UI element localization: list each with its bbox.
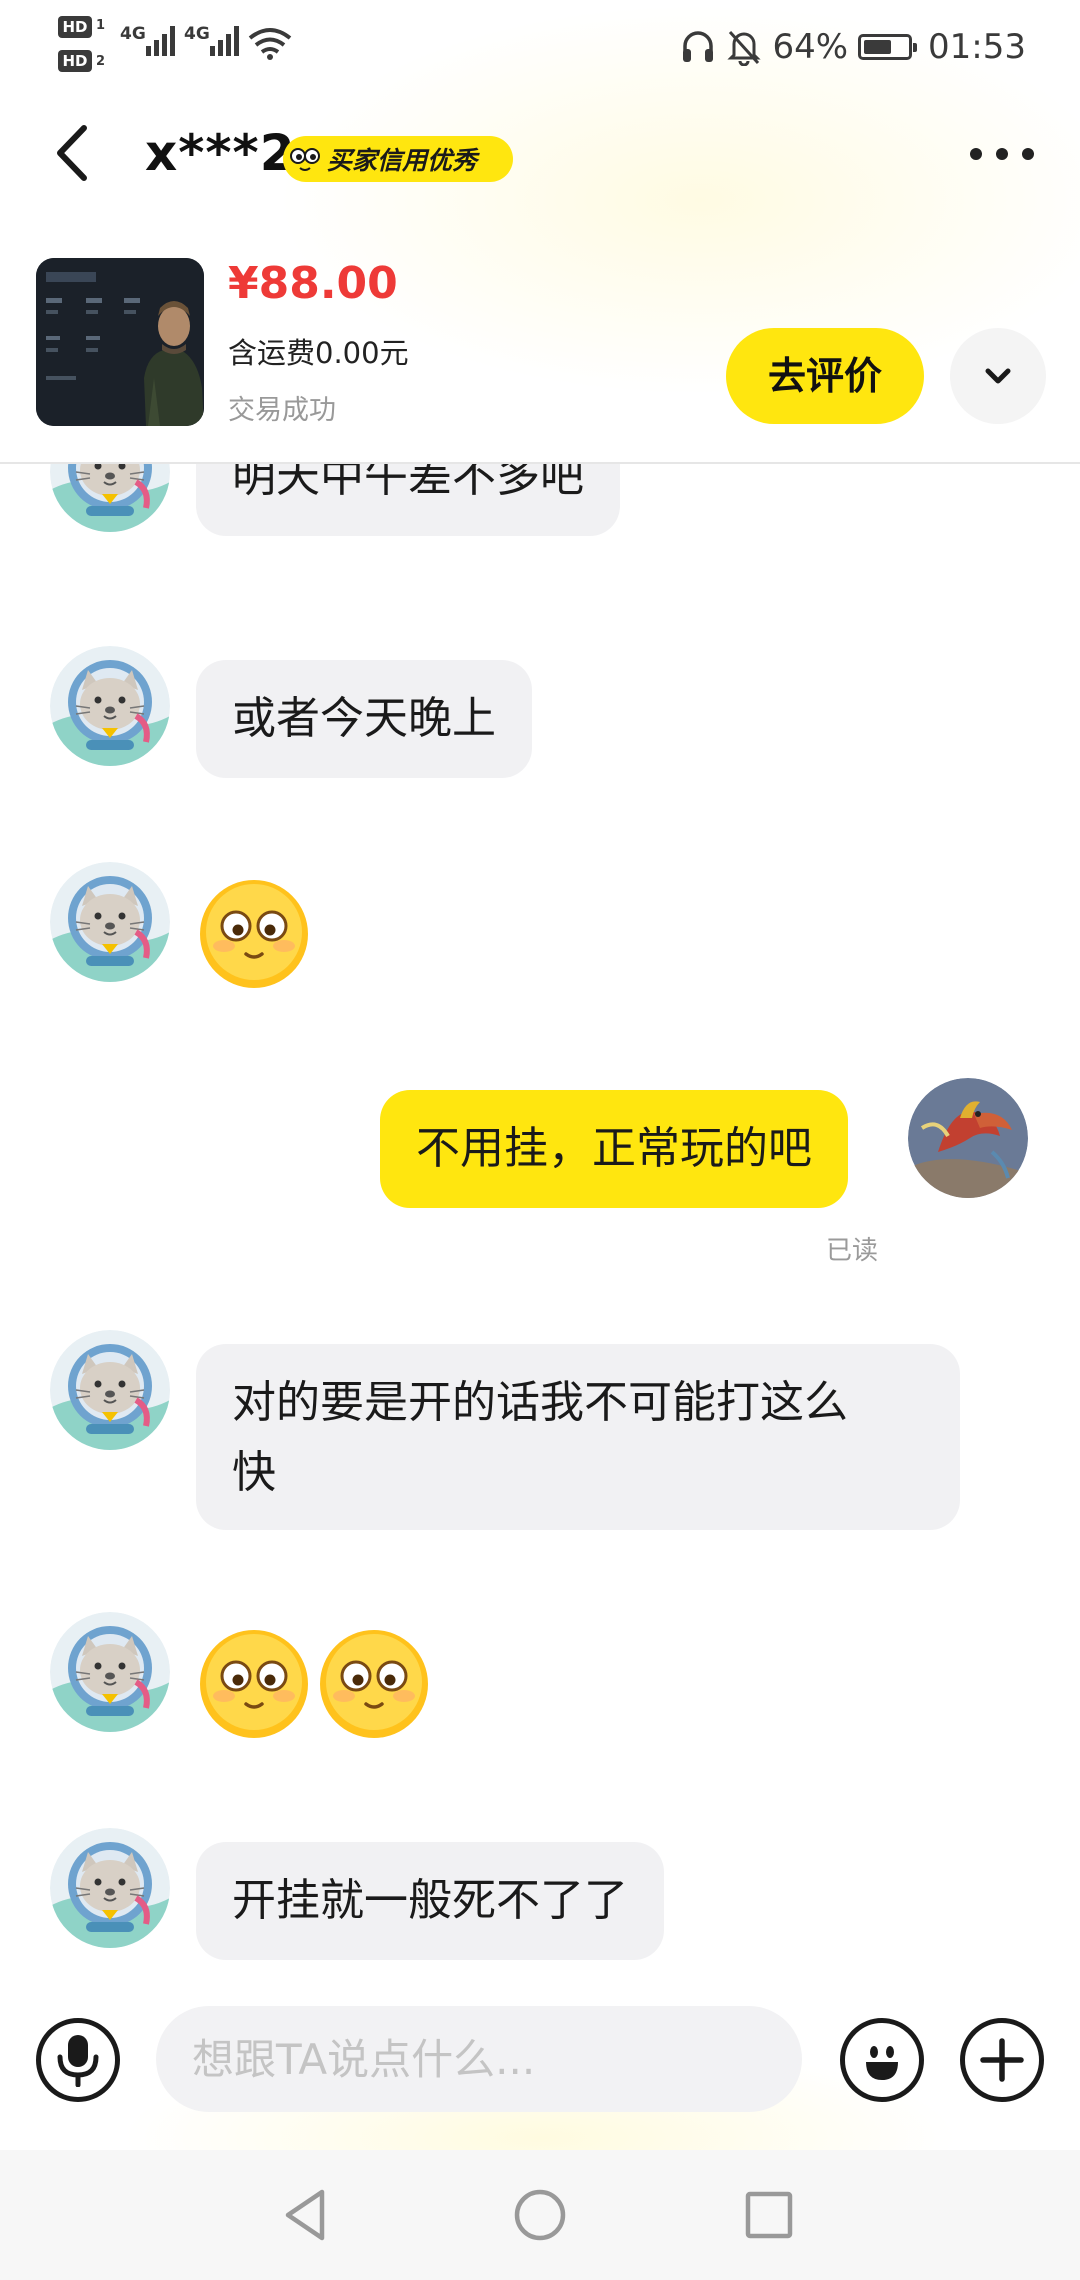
nav-home-button[interactable] — [505, 2180, 575, 2250]
battery-percent: 64% — [772, 27, 849, 67]
system-nav-bar — [0, 2150, 1080, 2280]
back-arrow-icon — [57, 125, 87, 181]
square-recent-icon — [745, 2191, 793, 2239]
review-button[interactable]: 去评价 — [726, 328, 924, 424]
mute-bell-icon — [727, 30, 762, 66]
smiley-icon — [866, 2046, 898, 2080]
badge-face-icon — [285, 139, 325, 179]
peer-avatar[interactable] — [50, 464, 170, 532]
peer-avatar[interactable] — [50, 646, 170, 766]
more-dots-icon — [970, 148, 982, 160]
my-message-bubble[interactable]: 不用挂，正常玩的吧 — [380, 1090, 848, 1208]
peer-avatar[interactable] — [50, 862, 170, 982]
message-line: 快 — [232, 1447, 276, 1498]
message-input[interactable] — [156, 2006, 802, 2112]
peer-avatar[interactable] — [50, 1612, 170, 1732]
hd-voice-icon: HD — [58, 50, 92, 72]
signal-icon — [146, 22, 175, 56]
emoji-button[interactable] — [840, 2018, 924, 2102]
voice-button[interactable] — [36, 2018, 120, 2102]
peer-avatar[interactable] — [50, 1330, 170, 1450]
hd-voice-icon: HD — [58, 16, 92, 38]
credit-badge-label: 买家信用优秀 — [327, 146, 478, 175]
clock: 01:53 — [928, 27, 1026, 67]
wifi-icon — [248, 28, 292, 60]
smile-emoji-icon[interactable] — [318, 1628, 430, 1740]
circle-home-icon — [514, 2189, 566, 2241]
network-type: 4G — [184, 24, 210, 44]
message-bubble[interactable]: 或者今天晚上 — [196, 660, 532, 778]
chevron-down-icon — [985, 368, 1011, 384]
credit-badge[interactable]: 买家信用优秀 — [283, 136, 513, 182]
read-receipt: 已读 — [826, 1236, 879, 1266]
nav-back-button[interactable] — [272, 2180, 342, 2250]
status-right: 64% 01:53 — [680, 22, 1026, 72]
headphones-icon — [683, 31, 714, 62]
message-line: 对的要是开的话我不可能打这么 — [232, 1377, 848, 1428]
shipping-fee: 含运费0.00元 — [228, 336, 409, 370]
chat-header: x***2 买家信用优秀 — [0, 96, 1080, 216]
message-bubble[interactable]: 对的要是开的话我不可能打这么 快 — [196, 1344, 960, 1530]
nav-recent-button[interactable] — [734, 2180, 804, 2250]
message-bubble[interactable]: 明天中午差不多吧 — [196, 464, 620, 536]
my-avatar[interactable] — [908, 1078, 1028, 1198]
expand-button[interactable] — [950, 328, 1046, 424]
product-thumbnail[interactable] — [36, 258, 204, 426]
peer-avatar[interactable] — [50, 1828, 170, 1948]
plus-button[interactable] — [960, 2018, 1044, 2102]
order-price: ¥88.00 — [228, 258, 398, 309]
order-card[interactable]: ¥88.00 含运费0.00元 交易成功 去评价 — [0, 240, 1080, 462]
battery-icon — [858, 34, 918, 60]
more-button[interactable] — [970, 134, 1034, 174]
input-bar — [0, 1988, 1080, 2150]
chat-screen: HD 1 HD 2 4G 4G 64% 01:53 x***2 买家信用优秀 ¥… — [0, 0, 1080, 2280]
message-bubble[interactable]: 开挂就一般死不了了 — [196, 1842, 664, 1960]
battery-level — [864, 40, 891, 54]
smile-emoji-icon[interactable] — [198, 1628, 310, 1740]
back-button[interactable] — [46, 118, 106, 188]
plus-icon — [980, 2038, 1024, 2082]
signal-icon — [210, 22, 239, 56]
network-type: 4G — [120, 24, 146, 44]
triangle-back-icon — [285, 2189, 325, 2241]
microphone-icon — [57, 2035, 99, 2087]
message-list[interactable]: 明天中午差不多吧 或者今天晚上 不用挂，正常玩的吧 已读 对的要是开的话我不可能… — [0, 464, 1080, 1988]
peer-name[interactable]: x***2 — [145, 118, 295, 188]
status-bar: HD 1 HD 2 4G 4G 64% 01:53 — [0, 0, 1080, 96]
order-status: 交易成功 — [228, 395, 336, 426]
smile-emoji-icon[interactable] — [198, 878, 310, 990]
